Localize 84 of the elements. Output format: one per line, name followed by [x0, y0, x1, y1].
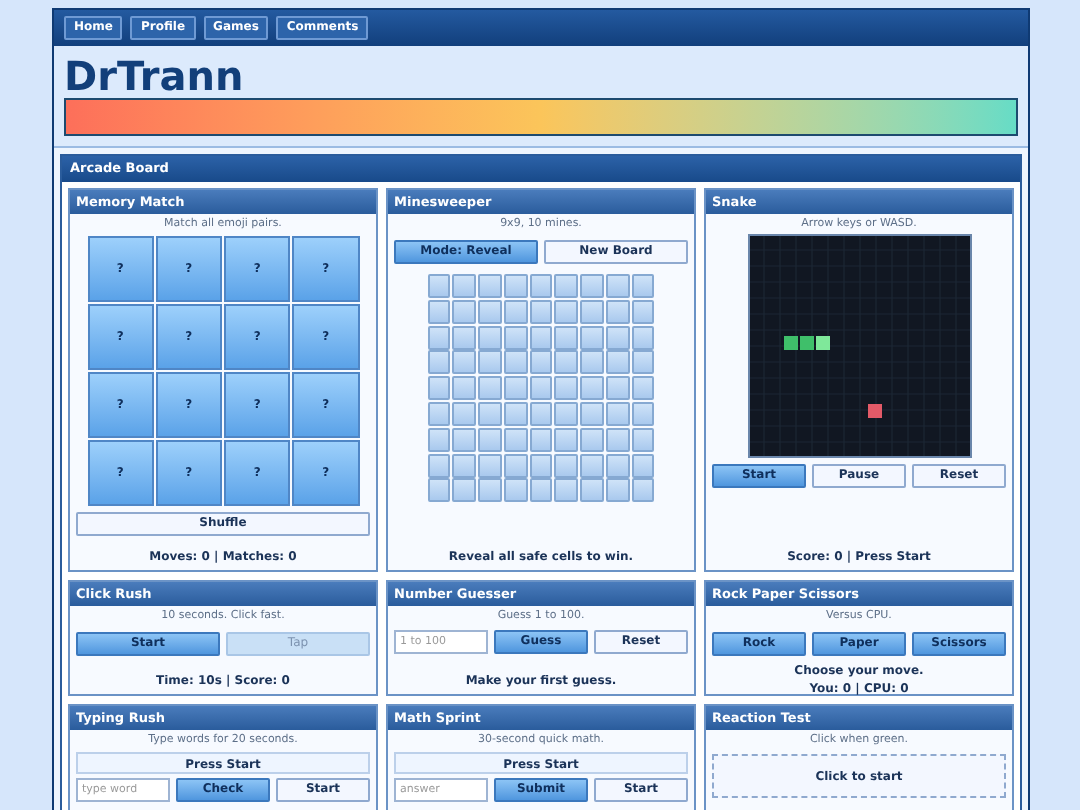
mine-cell[interactable]: [631, 401, 655, 426]
mine-cell[interactable]: [554, 401, 579, 426]
mine-cell[interactable]: [529, 376, 553, 401]
mine-cell[interactable]: [478, 478, 502, 503]
mine-cell[interactable]: [554, 478, 579, 503]
mine-cell[interactable]: [631, 478, 655, 503]
mine-cell[interactable]: [427, 274, 451, 298]
mine-cell[interactable]: [452, 427, 477, 452]
mine-cell[interactable]: [427, 376, 451, 401]
mine-cell[interactable]: [631, 325, 655, 350]
mine-cell[interactable]: [580, 299, 604, 324]
mine-cell[interactable]: [529, 478, 553, 503]
mine-cell[interactable]: [478, 401, 502, 426]
mine-cell[interactable]: [529, 299, 553, 324]
mine-cell[interactable]: [503, 325, 528, 350]
mine-cell[interactable]: [631, 299, 655, 324]
mine-cell[interactable]: [503, 376, 528, 401]
mine-cell[interactable]: [554, 453, 579, 478]
mine-cell[interactable]: [452, 453, 477, 478]
mine-cell[interactable]: [580, 274, 604, 298]
mine-cell[interactable]: [452, 274, 477, 298]
mine-cell[interactable]: [554, 376, 579, 401]
mine-cell[interactable]: [478, 453, 502, 478]
mine-cell[interactable]: [529, 325, 553, 350]
mine-cell[interactable]: [478, 427, 502, 452]
mine-cell[interactable]: [529, 401, 553, 426]
mine-cell[interactable]: [503, 274, 528, 298]
mine-cell[interactable]: [503, 350, 528, 375]
mine-cell[interactable]: [605, 453, 630, 478]
mine-cell[interactable]: [427, 478, 451, 503]
snake-board[interactable]: [747, 234, 971, 458]
mine-cell[interactable]: [452, 401, 477, 426]
mine-cell[interactable]: [478, 274, 502, 298]
mine-cell[interactable]: [529, 350, 553, 375]
mine-cell[interactable]: [580, 401, 604, 426]
mine-cell[interactable]: [478, 299, 502, 324]
mine-cell[interactable]: [554, 274, 579, 298]
mine-cell[interactable]: [427, 401, 451, 426]
mine-cell[interactable]: [631, 453, 655, 478]
mine-cell[interactable]: [605, 427, 630, 452]
mine-cell[interactable]: [554, 299, 579, 324]
mine-cell[interactable]: [427, 427, 451, 452]
mine-cell[interactable]: [605, 274, 630, 298]
mine-cell[interactable]: [452, 478, 477, 503]
mine-cell[interactable]: [427, 453, 451, 478]
mine-cell[interactable]: [580, 427, 604, 452]
mine-cell[interactable]: [478, 350, 502, 375]
mine-cell[interactable]: [605, 401, 630, 426]
mine-cell[interactable]: [427, 325, 451, 350]
mine-cell[interactable]: [427, 350, 451, 375]
page-title: DrTrann: [64, 54, 246, 98]
mine-cell[interactable]: [452, 299, 477, 324]
snake-body: [783, 336, 829, 350]
mine-cell[interactable]: [580, 453, 604, 478]
mine-cell[interactable]: [631, 274, 655, 298]
mine-cell[interactable]: [529, 427, 553, 452]
mine-cell[interactable]: [478, 325, 502, 350]
mine-cell[interactable]: [503, 401, 528, 426]
mine-cell[interactable]: [554, 427, 579, 452]
mine-cell[interactable]: [554, 350, 579, 375]
mine-cell[interactable]: [631, 376, 655, 401]
mine-cell[interactable]: [503, 299, 528, 324]
mine-cell[interactable]: [605, 350, 630, 375]
mine-cell[interactable]: [580, 350, 604, 375]
mine-cell[interactable]: [631, 427, 655, 452]
mine-cell[interactable]: [529, 274, 553, 298]
mine-cell[interactable]: [503, 453, 528, 478]
mine-cell[interactable]: [631, 350, 655, 375]
mine-cell[interactable]: [580, 325, 604, 350]
mine-cell[interactable]: [605, 325, 630, 350]
mine-cell[interactable]: [452, 376, 477, 401]
mine-cell[interactable]: [478, 376, 502, 401]
mine-cell[interactable]: [580, 376, 604, 401]
mine-cell[interactable]: [580, 478, 604, 503]
mine-cell[interactable]: [605, 376, 630, 401]
mine-cell[interactable]: [529, 453, 553, 478]
mine-cell[interactable]: [503, 478, 528, 503]
mine-cell[interactable]: [605, 299, 630, 324]
mine-cell[interactable]: [554, 325, 579, 350]
mine-cell[interactable]: [503, 427, 528, 452]
mine-cell[interactable]: [452, 350, 477, 375]
mine-cell[interactable]: [605, 478, 630, 503]
mine-cell[interactable]: [427, 299, 451, 324]
mine-cell[interactable]: [452, 325, 477, 350]
